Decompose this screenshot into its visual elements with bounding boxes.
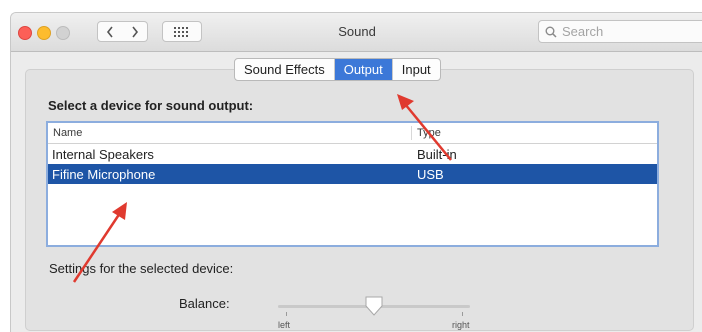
annotation-arrows — [72, 94, 452, 283]
arrow-to-selected-device — [72, 202, 127, 283]
arrow-to-output-tab — [397, 94, 452, 161]
